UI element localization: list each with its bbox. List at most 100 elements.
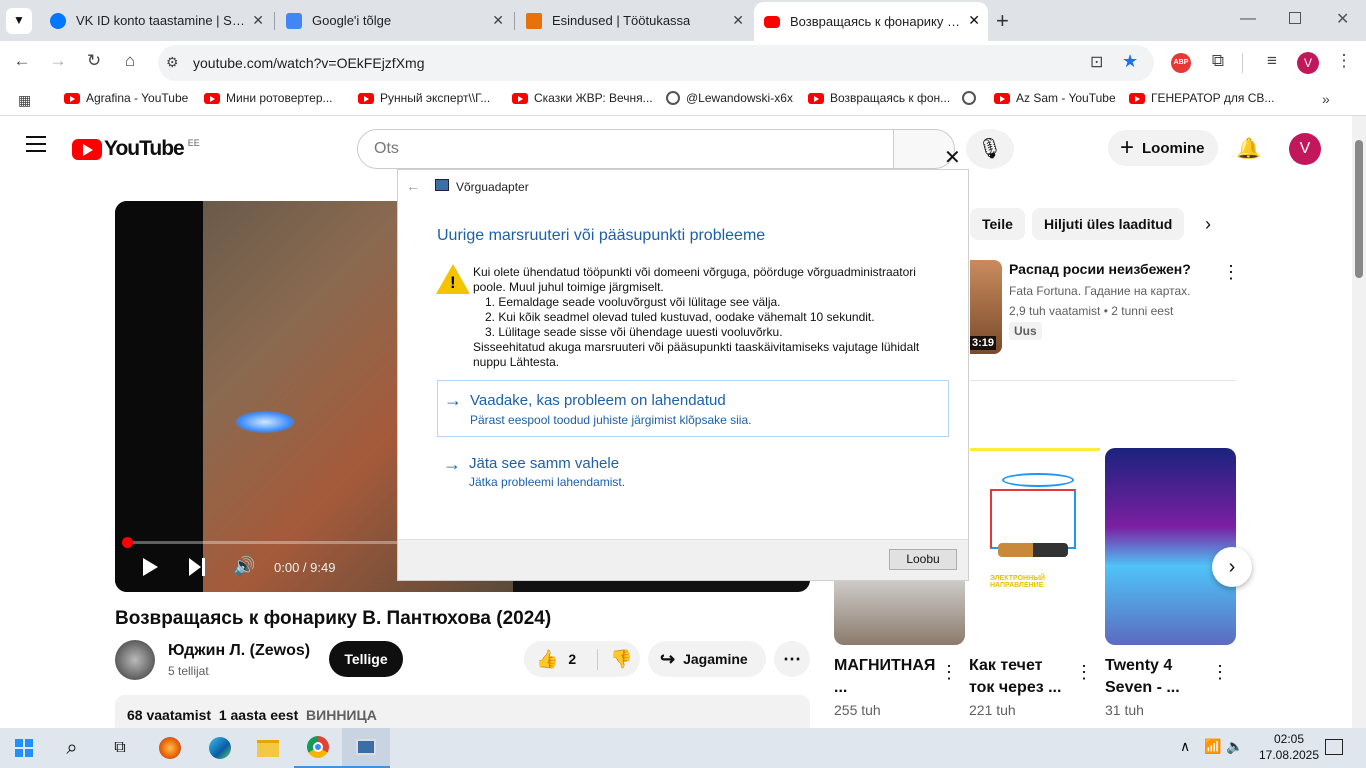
chrome-menu-icon[interactable]: ⋮: [1332, 51, 1356, 71]
scrollbar-thumb[interactable]: [1355, 140, 1363, 278]
short-menu-icon[interactable]: ⋮: [1211, 662, 1229, 683]
chrome-icon[interactable]: [294, 728, 342, 768]
description-box[interactable]: 68 vaatamist 1 aasta eest ВИННИЦА: [115, 695, 810, 728]
forward-icon[interactable]: →: [46, 51, 70, 71]
close-tab-icon[interactable]: ✕: [492, 12, 504, 29]
like-button[interactable]: 👍 2: [524, 648, 598, 670]
profile-avatar[interactable]: V: [1297, 52, 1319, 74]
site-info-icon[interactable]: ⚙: [166, 54, 179, 71]
media-controls-icon[interactable]: ≡: [1260, 51, 1284, 71]
adblock-extension-icon[interactable]: ABP: [1171, 53, 1191, 73]
cancel-button[interactable]: Loobu: [889, 549, 957, 570]
close-tab-icon[interactable]: ✕: [252, 12, 264, 29]
firefox-icon[interactable]: [146, 728, 194, 768]
more-actions-button[interactable]: ⋯: [774, 641, 810, 677]
bookmark-star-icon[interactable]: ★: [1122, 51, 1138, 72]
dialog-footer: Loobu: [398, 539, 968, 580]
dialog-back-icon[interactable]: ←: [406, 178, 420, 194]
home-icon[interactable]: ⌂: [118, 51, 142, 71]
close-tab-icon[interactable]: ✕: [968, 12, 980, 29]
more-bookmarks-icon[interactable]: »: [1322, 91, 1330, 107]
tab-search-button[interactable]: ▼: [6, 8, 32, 34]
channel-avatar[interactable]: [115, 640, 155, 680]
restore-icon[interactable]: [1289, 12, 1301, 24]
show-hidden-icons[interactable]: ∧: [1180, 738, 1190, 755]
dialog-step: 1. Eemaldage seade vooluvõrgust või lüli…: [485, 295, 781, 309]
bookmark-item[interactable]: Az Sam - YouTube: [994, 91, 1116, 105]
address-bar[interactable]: ⚙ youtube.com/watch?v=OEkFEjzfXmg ⊡ ★: [158, 45, 1154, 81]
volume-icon[interactable]: 🔊: [233, 556, 255, 577]
notification-center-icon[interactable]: [1325, 739, 1343, 755]
task-view-icon[interactable]: ⧉: [96, 728, 144, 768]
bookmark-item[interactable]: @Lewandowski-x6x: [666, 91, 793, 105]
close-window-icon[interactable]: ✕: [1336, 9, 1349, 29]
coil-diagram: [1002, 473, 1074, 487]
network-icon[interactable]: 📶: [1204, 738, 1221, 755]
youtube-logo[interactable]: YouTube EE: [72, 137, 200, 161]
bookmark-item[interactable]: Рунный эксперт\\Г...: [358, 91, 490, 105]
side-video-thumbnail[interactable]: 3:19: [970, 260, 1002, 354]
short-views-1: 255 tuh: [834, 702, 881, 718]
hamburger-menu-icon[interactable]: [26, 136, 46, 152]
bookmark-item[interactable]: [962, 91, 982, 105]
short-thumbnail-2[interactable]: ЭЛЕКТРОННЫЙ НАПРАВЛЕНИЕ: [970, 448, 1100, 645]
skip-step-option[interactable]: → Jäta see samm vahele Jätka probleemi l…: [437, 446, 949, 496]
file-explorer-icon[interactable]: [244, 728, 292, 768]
extensions-puzzle-icon[interactable]: ⧉: [1206, 51, 1230, 71]
progress-track[interactable]: [127, 541, 413, 544]
check-problem-solved-option[interactable]: → Vaadake, kas probleem on lahendatud Pä…: [437, 380, 949, 437]
short-thumbnail-3[interactable]: [1105, 448, 1236, 645]
install-app-icon[interactable]: ⊡: [1090, 52, 1103, 72]
chips-next-icon[interactable]: ›: [1205, 214, 1211, 235]
bookmark-item[interactable]: ГЕНЕРАТОР для СВ...: [1129, 91, 1274, 105]
voice-search-icon[interactable]: 🎙: [966, 129, 1014, 169]
close-tab-icon[interactable]: ✕: [732, 12, 744, 29]
share-button[interactable]: ↪ Jagamine: [648, 641, 766, 677]
plus-icon: +: [1120, 134, 1135, 161]
clock-time[interactable]: 02:05: [1266, 732, 1312, 746]
bookmark-item[interactable]: Мини ротовертер...: [204, 91, 333, 105]
bookmark-item[interactable]: Сказки ЖВР: Вечня...: [512, 91, 653, 105]
short-menu-icon[interactable]: ⋮: [1075, 662, 1093, 683]
channel-name[interactable]: Юджин Л. (Zewos): [168, 642, 310, 660]
start-button[interactable]: [0, 728, 48, 768]
tab-youtube-active[interactable]: Возвращаясь к фонарику В. Па ✕: [754, 2, 988, 41]
volume-tray-icon[interactable]: 🔈: [1226, 738, 1243, 755]
dialog-close-icon[interactable]: ✕: [944, 145, 961, 170]
progress-scrubber[interactable]: [122, 537, 133, 548]
clock-date[interactable]: 17.08.2025: [1257, 748, 1321, 762]
short-title-1[interactable]: МАГНИТНАЯ ...: [834, 655, 935, 699]
next-video-icon[interactable]: [189, 558, 207, 576]
create-button[interactable]: + Loomine: [1108, 130, 1218, 166]
dialog-step: 3. Lülitage seade sisse või ühendage uue…: [485, 325, 783, 339]
chip-recently-uploaded[interactable]: Hiljuti üles laaditud: [1032, 208, 1185, 240]
account-avatar[interactable]: V: [1289, 133, 1321, 165]
reload-icon[interactable]: ↻: [82, 51, 106, 71]
short-title-3[interactable]: Twenty 4 Seven - ...: [1105, 655, 1185, 699]
short-title-2[interactable]: Как течет ток через ...: [969, 655, 1069, 699]
new-tab-icon[interactable]: +: [996, 8, 1009, 34]
subscribe-button[interactable]: Tellige: [329, 641, 403, 677]
search-input[interactable]: Ots: [357, 129, 897, 169]
dislike-button[interactable]: 👎: [598, 649, 632, 670]
side-video-title[interactable]: Распад росии неизбежен?: [1009, 261, 1191, 277]
tab-tootukassa[interactable]: Esindused | Töötukassa ✕: [516, 0, 752, 41]
edge-icon[interactable]: [196, 728, 244, 768]
side-video-menu-icon[interactable]: ⋮: [1222, 262, 1240, 283]
apps-grid-icon[interactable]: ▦: [18, 92, 31, 109]
tab-vk[interactable]: VK ID konto taastamine | Salasõ ✕: [40, 0, 272, 41]
youtube-icon: [994, 92, 1010, 104]
back-icon[interactable]: ←: [10, 51, 34, 71]
chip-teile[interactable]: Teile: [970, 208, 1025, 240]
search-icon[interactable]: ⌕: [48, 728, 96, 768]
tab-google-translate[interactable]: Google'i tõlge ✕: [276, 0, 512, 41]
page-scrollbar[interactable]: [1352, 116, 1366, 728]
shorts-next-button[interactable]: ›: [1212, 547, 1252, 587]
short-menu-icon[interactable]: ⋮: [940, 662, 958, 683]
notifications-bell-icon[interactable]: 🔔: [1236, 136, 1261, 161]
bookmark-item[interactable]: Возвращаясь к фон...: [808, 91, 950, 105]
troubleshooter-taskbar-icon[interactable]: [342, 728, 390, 768]
play-icon[interactable]: [143, 558, 158, 576]
bookmark-item[interactable]: Agrafina - YouTube: [64, 91, 188, 105]
minimize-icon[interactable]: —: [1240, 10, 1256, 28]
